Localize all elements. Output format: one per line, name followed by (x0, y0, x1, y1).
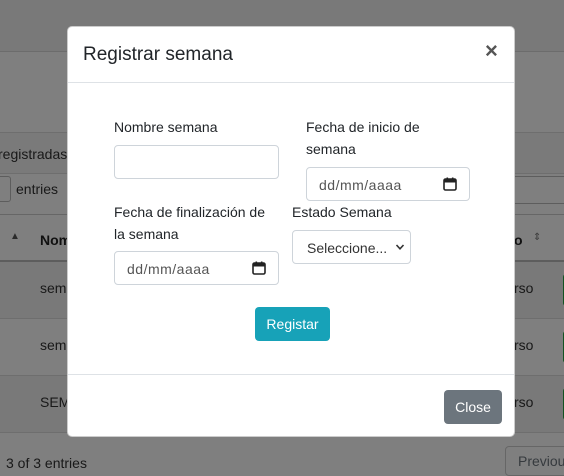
calendar-icon[interactable] (252, 261, 266, 275)
chevron-down-icon (395, 244, 405, 250)
nombre-semana-label: Nombre semana (114, 119, 218, 135)
fecha-fin-label: Fecha de finalización de la semana (114, 204, 265, 242)
fecha-fin-placeholder: dd/mm/aaaa (127, 261, 210, 277)
estado-semana-selected: Seleccione... (307, 240, 388, 256)
register-button[interactable]: Registar (255, 307, 330, 341)
close-button[interactable]: Close (444, 390, 502, 424)
calendar-icon[interactable] (443, 177, 457, 191)
fecha-fin-input[interactable]: dd/mm/aaaa (114, 251, 279, 285)
fecha-inicio-label: Fecha de inicio de semana (306, 119, 420, 157)
estado-semana-select[interactable]: Seleccione... (292, 230, 411, 264)
modal-footer-divider (68, 374, 514, 375)
register-week-modal: Registrar semana × Nombre semana Fecha d… (67, 26, 515, 437)
modal-title: Registrar semana (83, 44, 233, 65)
close-icon[interactable]: × (485, 40, 498, 62)
fecha-inicio-placeholder: dd/mm/aaaa (319, 177, 402, 193)
modal-header: Registrar semana × (68, 27, 514, 83)
nombre-semana-input[interactable] (114, 145, 279, 179)
estado-semana-label: Estado Semana (292, 204, 392, 220)
fecha-inicio-input[interactable]: dd/mm/aaaa (306, 167, 470, 201)
